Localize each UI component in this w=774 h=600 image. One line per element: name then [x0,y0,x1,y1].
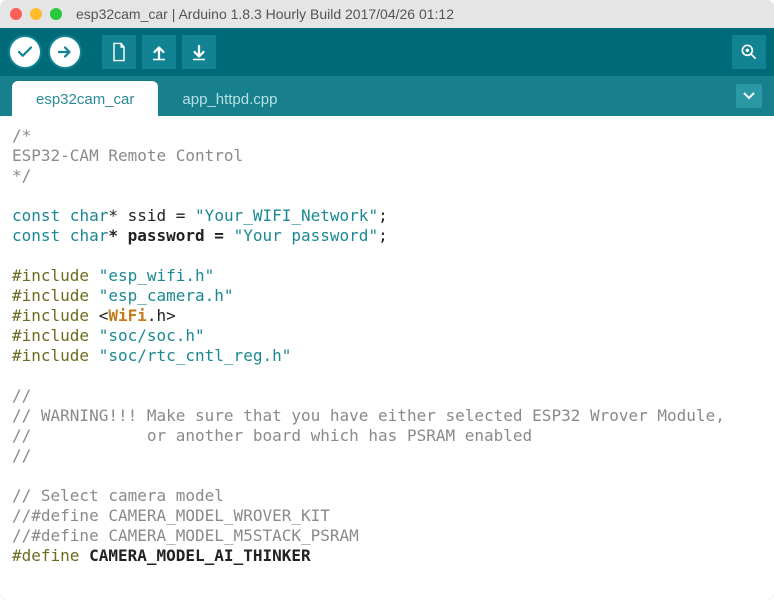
code-token: #include [12,346,89,365]
close-icon[interactable] [10,8,22,20]
code-token: ; [378,226,388,245]
open-button[interactable] [142,35,176,69]
code-token: char [60,226,108,245]
code-line: /* [12,126,31,145]
arrow-down-icon [190,43,208,61]
code-line: // Select camera model [12,486,224,505]
code-token: const [12,206,60,225]
save-button[interactable] [182,35,216,69]
arrow-right-icon [56,43,74,61]
toolbar [0,28,774,76]
code-token: .h> [147,306,176,325]
serial-monitor-icon [739,42,759,62]
serial-monitor-button[interactable] [732,35,766,69]
code-token: "soc/rtc_cntl_reg.h" [89,346,291,365]
window-title: esp32cam_car | Arduino 1.8.3 Hourly Buil… [76,6,454,22]
code-editor[interactable]: /* ESP32-CAM Remote Control */ const cha… [0,116,774,600]
code-line: // WARNING!!! Make sure that you have ei… [12,406,725,425]
code-line: //#define CAMERA_MODEL_M5STACK_PSRAM [12,526,359,545]
code-line: // [12,446,31,465]
code-token: "esp_wifi.h" [89,266,214,285]
verify-button[interactable] [8,35,42,69]
code-line: // or another board which has PSRAM enab… [12,426,532,445]
window-controls [10,8,62,20]
code-token: #define [12,546,79,565]
code-token: * ssid = [108,206,195,225]
code-token: #include [12,286,89,305]
code-token: "Your password" [234,226,379,245]
code-line: // [12,386,31,405]
code-token: "esp_camera.h" [89,286,234,305]
code-token: char [60,206,108,225]
code-token: "Your_WIFI_Network" [195,206,378,225]
code-token: #include [12,306,89,325]
tab-app-httpd[interactable]: app_httpd.cpp [158,81,301,116]
code-token: ; [378,206,388,225]
chevron-down-icon [743,91,755,101]
code-token: "soc/soc.h" [89,326,205,345]
window-titlebar: esp32cam_car | Arduino 1.8.3 Hourly Buil… [0,0,774,28]
code-token: CAMERA_MODEL_AI_THINKER [79,546,310,565]
code-line: */ [12,166,31,185]
zoom-icon[interactable] [50,8,62,20]
arrow-up-icon [150,43,168,61]
code-token: #include [12,326,89,345]
code-line: //#define CAMERA_MODEL_WROVER_KIT [12,506,330,525]
code-token: const [12,226,60,245]
new-button[interactable] [102,35,136,69]
code-token: * password = [108,226,233,245]
code-line: ESP32-CAM Remote Control [12,146,243,165]
code-token: < [89,306,108,325]
tab-menu-button[interactable] [736,84,762,108]
tab-esp32cam-car[interactable]: esp32cam_car [12,81,158,116]
minimize-icon[interactable] [30,8,42,20]
code-token: WiFi [108,306,147,325]
check-icon [16,43,34,61]
upload-button[interactable] [48,35,82,69]
file-icon [110,42,128,62]
code-token: #include [12,266,89,285]
tab-bar: esp32cam_car app_httpd.cpp [0,76,774,116]
